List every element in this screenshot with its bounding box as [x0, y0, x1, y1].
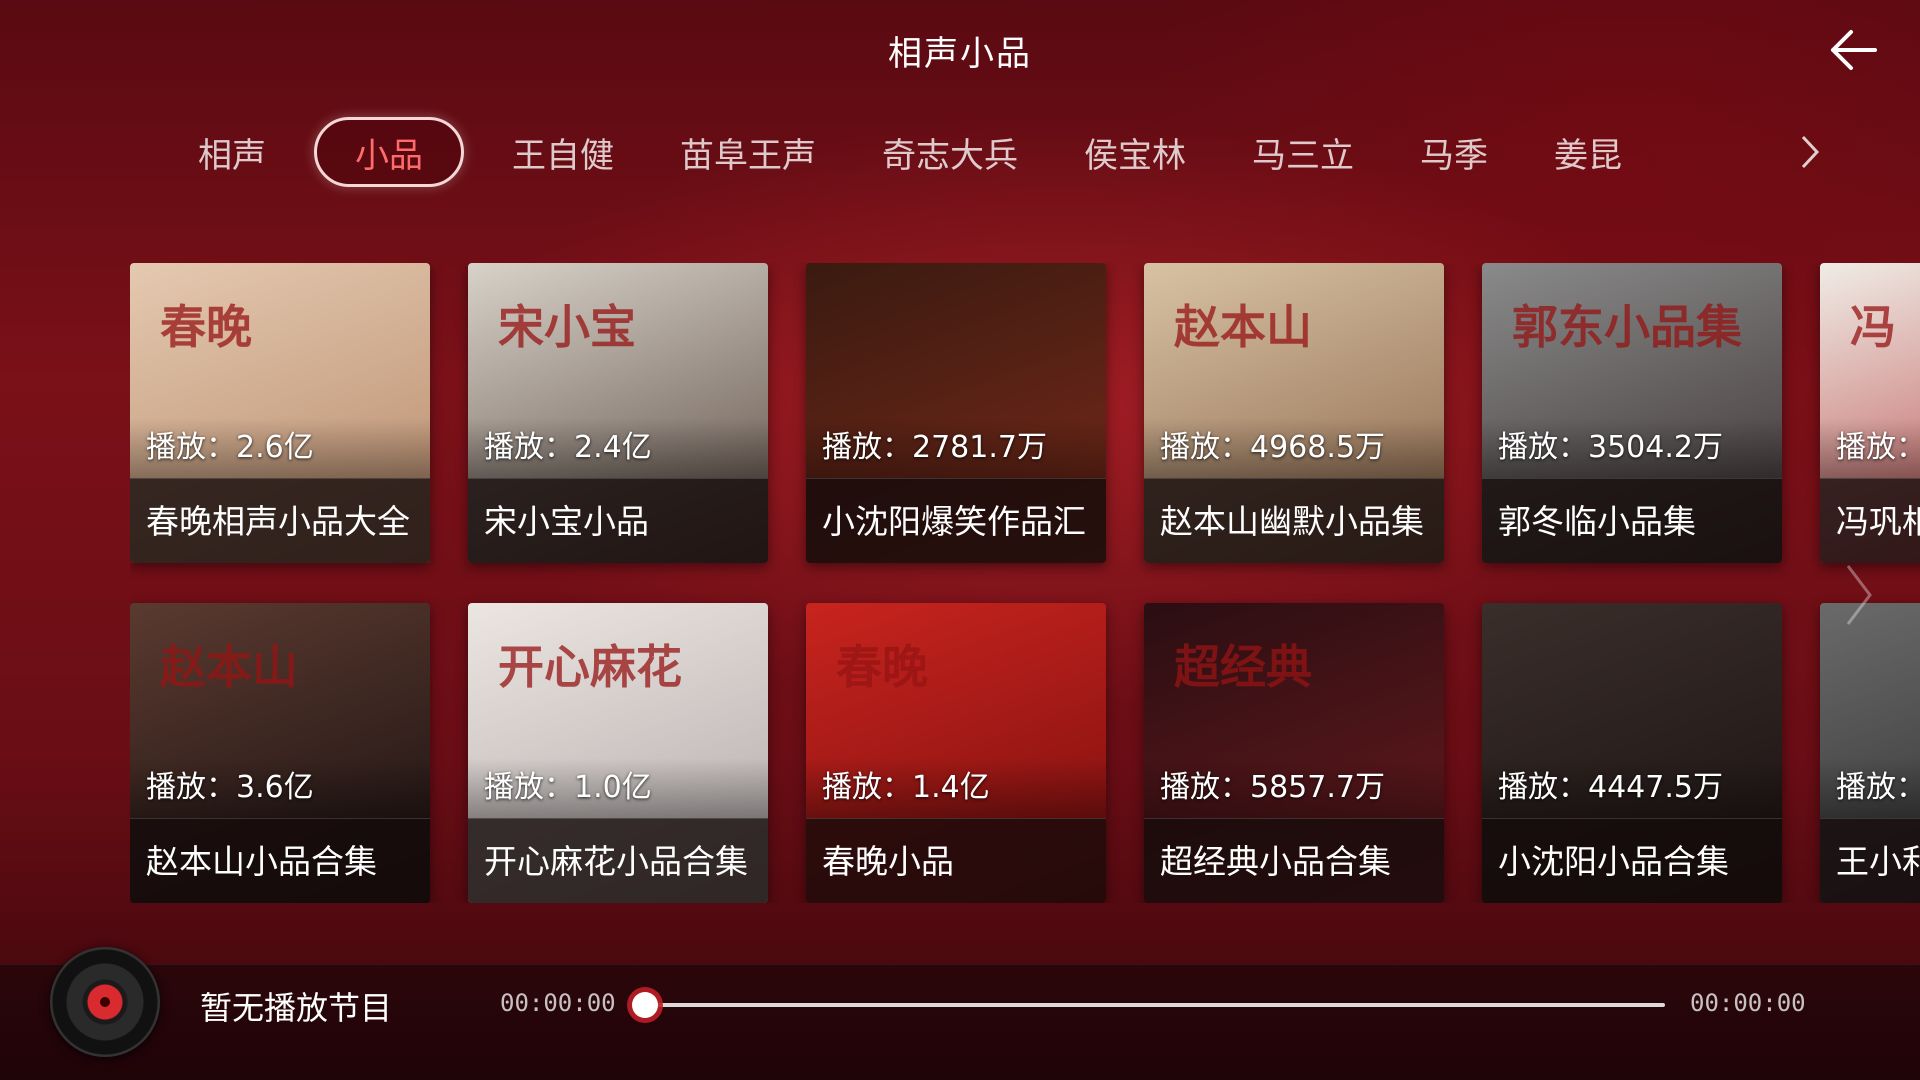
cover-artwork-text: 超经典	[1174, 640, 1312, 694]
current-time: 00:00:00	[500, 989, 616, 1017]
tab-2[interactable]: 王自健	[494, 117, 632, 187]
album-title: 小沈阳爆笑作品汇	[806, 478, 1106, 563]
album-card[interactable]: 播放：4447.5万 小沈阳小品合集	[1482, 603, 1782, 903]
album-title: 郭冬临小品集	[1482, 478, 1782, 563]
progress-bar[interactable]	[632, 992, 1665, 1018]
play-count: 播放：3504.2万	[1482, 418, 1782, 478]
play-count: 播放：1.4亿	[806, 758, 1106, 818]
play-count: 播放：4447.5万	[1482, 758, 1782, 818]
album-card[interactable]: 春晚播放：1.4亿 春晚小品	[806, 603, 1106, 903]
tab-1[interactable]: 小品	[314, 117, 464, 187]
play-count: 播放：4968.5万	[1144, 418, 1444, 478]
album-title: 超经典小品合集	[1144, 818, 1444, 903]
play-count: 播放：5857.7万	[1144, 758, 1444, 818]
chevron-right-icon	[1846, 565, 1872, 625]
play-count: 播放：2.6亿	[130, 418, 430, 478]
play-count: 播放：	[1820, 758, 1920, 818]
album-title: 赵本山小品合集	[130, 818, 430, 903]
tab-5[interactable]: 侯宝林	[1066, 117, 1204, 187]
album-card[interactable]: 超经典播放：5857.7万 超经典小品合集	[1144, 603, 1444, 903]
play-count: 播放：2.4亿	[468, 418, 768, 478]
album-card[interactable]: 郭东小品集播放：3504.2万 郭冬临小品集	[1482, 263, 1782, 563]
cover-artwork-text: 春晚	[160, 300, 252, 354]
play-count: 播放：	[1820, 418, 1920, 478]
arrow-left-icon	[1831, 30, 1877, 70]
album-card[interactable]: 播放：2781.7万 小沈阳爆笑作品汇	[806, 263, 1106, 563]
tab-7[interactable]: 马季	[1402, 117, 1506, 187]
progress-knob[interactable]	[632, 992, 658, 1018]
tab-3[interactable]: 苗阜王声	[662, 117, 834, 187]
album-title: 春晚小品	[806, 818, 1106, 903]
play-count: 播放：2781.7万	[806, 418, 1106, 478]
grid-next-button[interactable]	[1834, 560, 1884, 630]
tab-6[interactable]: 马三立	[1234, 117, 1372, 187]
tabs-next-button[interactable]	[1780, 120, 1840, 184]
back-button[interactable]	[1824, 20, 1884, 80]
album-title: 赵本山幽默小品集	[1144, 478, 1444, 563]
album-title: 冯巩相	[1820, 478, 1920, 563]
tab-4[interactable]: 奇志大兵	[864, 117, 1036, 187]
cover-artwork-text: 赵本山	[1174, 300, 1312, 354]
chevron-right-icon	[1801, 135, 1820, 169]
album-card[interactable]: 赵本山播放：3.6亿 赵本山小品合集	[130, 603, 430, 903]
album-card[interactable]: 冯播放：冯巩相	[1820, 263, 1920, 563]
album-title: 开心麻花小品合集	[468, 818, 768, 903]
vinyl-disc-icon[interactable]	[50, 947, 160, 1057]
album-card[interactable]: 赵本山播放：4968.5万 赵本山幽默小品集	[1144, 263, 1444, 563]
album-card[interactable]: 宋小宝播放：2.4亿 宋小宝小品	[468, 263, 768, 563]
page-title: 相声小品	[888, 34, 1032, 74]
album-grid: 春晚 播放：2.6亿 春晚相声小品大全 宋小宝 播放：2.4亿 宋小宝小品 播放：2781.…	[130, 263, 1920, 903]
album-title: 王小利	[1820, 818, 1920, 903]
cover-artwork-text: 开心麻花	[498, 640, 682, 694]
player-bar: 暂无播放节目 00:00:00 00:00:00	[0, 947, 1920, 1080]
cover-artwork-text: 宋小宝	[498, 300, 636, 354]
play-count: 播放：3.6亿	[130, 758, 430, 818]
album-title: 春晚相声小品大全	[130, 478, 430, 563]
album-card[interactable]: 播放：王小利	[1820, 603, 1920, 903]
total-time: 00:00:00	[1690, 989, 1806, 1017]
album-title: 宋小宝小品	[468, 478, 768, 563]
cover-artwork-text: 春晚	[836, 640, 928, 694]
cover-artwork-text: 郭东小品集	[1512, 300, 1742, 354]
tab-0[interactable]: 相声	[180, 117, 284, 187]
album-card[interactable]: 春晚播放：2.6亿 春晚相声小品大全	[130, 263, 430, 563]
album-card[interactable]: 开心麻花播放：1.0亿 开心麻花小品合集	[468, 603, 768, 903]
tab-8[interactable]: 姜昆	[1536, 117, 1640, 187]
cover-artwork-text: 赵本山	[160, 640, 298, 694]
cover-artwork-text: 冯	[1850, 300, 1896, 354]
album-title: 小沈阳小品合集	[1482, 818, 1782, 903]
now-playing-label: 暂无播放节目	[200, 989, 393, 1027]
category-tabs: 相声 小品 王自健 苗阜王声 奇志大兵 侯宝林 马三立 马季 姜昆	[180, 112, 1840, 192]
play-count: 播放：1.0亿	[468, 758, 768, 818]
